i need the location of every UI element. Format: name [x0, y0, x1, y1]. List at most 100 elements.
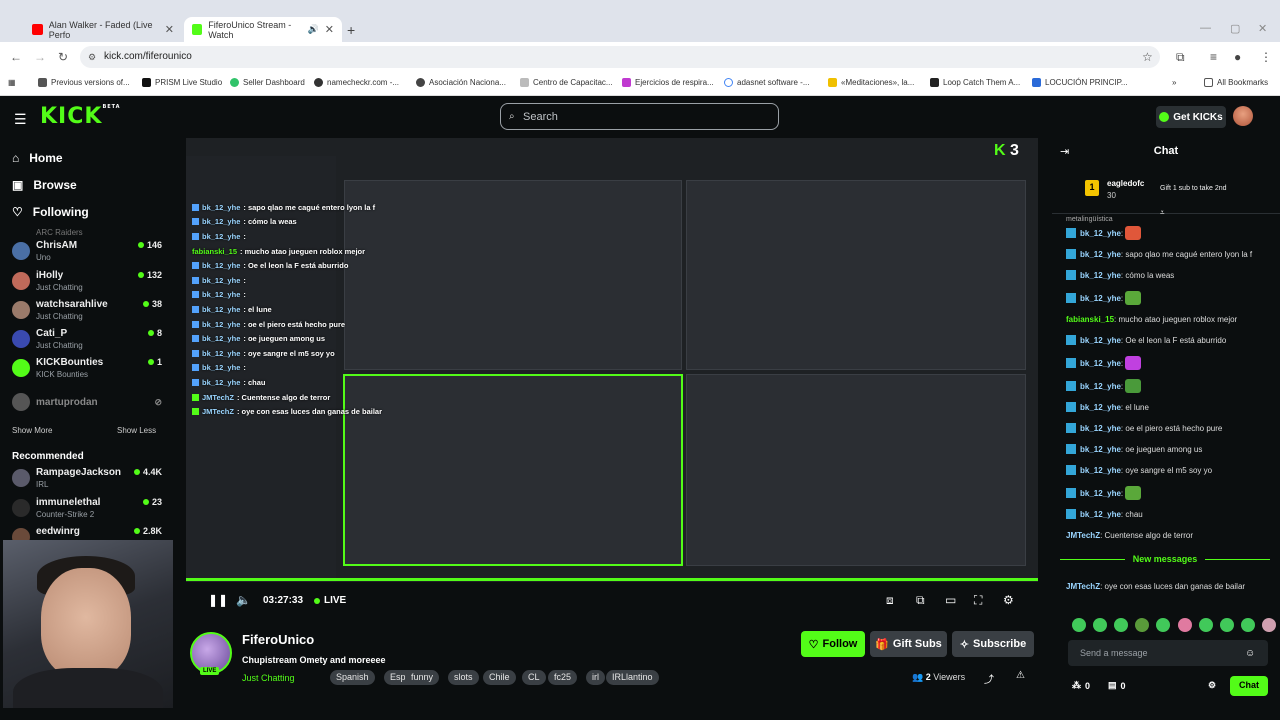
new-tab-button[interactable]: + — [347, 22, 355, 38]
emote-icon[interactable] — [1135, 618, 1150, 632]
sidebar-channel[interactable]: RampageJackson IRL 4.4K — [12, 465, 162, 493]
new-messages-divider[interactable]: New messages — [1060, 554, 1270, 570]
tag[interactable]: Chile — [483, 670, 516, 685]
badge-icon — [1066, 270, 1076, 280]
minimize-icon[interactable]: — — [1200, 22, 1211, 34]
profile-icon[interactable]: ● — [1234, 50, 1241, 64]
tab-youtube[interactable]: Alan Walker - Faded (Live Perfo ✕ — [24, 17, 182, 42]
emote-icon[interactable] — [1240, 618, 1255, 632]
emoji-picker-icon[interactable]: ☺ — [1245, 648, 1255, 659]
search-input[interactable]: Search — [500, 103, 779, 130]
video-player[interactable]: bk_12_yhe: sapo qlao me cagué entero lyo… — [186, 138, 1038, 582]
tag[interactable]: CL — [522, 670, 546, 685]
streamer-name[interactable]: FiferoUnico — [242, 632, 314, 647]
tag[interactable]: IRLlantino — [606, 670, 659, 685]
emote-icon[interactable] — [1198, 618, 1213, 632]
bookmark-item[interactable]: PRISM Live Studio — [142, 78, 222, 87]
emote-icon[interactable] — [1093, 618, 1108, 632]
more-bookmarks-icon[interactable]: » — [1172, 78, 1176, 87]
close-window-icon[interactable]: ✕ — [1258, 22, 1267, 35]
bookmark-item[interactable]: Centro de Capacitac... — [520, 78, 613, 87]
menu-dots-icon[interactable]: ⋮ — [1260, 50, 1272, 64]
sidebar-channel[interactable]: KICKBounties KICK Bounties 1 — [12, 355, 162, 383]
sidebar-channel[interactable]: Cati_P Just Chatting 8 — [12, 326, 162, 354]
gift-subs-button[interactable]: 🎁 Gift Subs — [870, 631, 947, 657]
extensions-icon[interactable]: ⧉ — [1176, 50, 1185, 65]
stream-category[interactable]: Just Chatting — [242, 673, 295, 683]
sidebar-item-home[interactable]: ⌂ Home — [12, 151, 63, 165]
gift-prompt[interactable]: Gift 1 sub to take 2nd — [1160, 185, 1227, 192]
bookmark-item[interactable]: «Meditaciones», la... — [828, 78, 914, 87]
bookmark-item[interactable]: Ejercicios de respira... — [622, 78, 714, 87]
bookmark-item[interactable]: Asociación Naciona... — [416, 78, 506, 87]
tab-kick[interactable]: FiferoUnico Stream - Watch 🔊 ✕ — [184, 17, 342, 42]
emote-icon[interactable] — [1177, 618, 1192, 632]
bookmark-item[interactable]: Seller Dashboard — [230, 78, 305, 87]
tag[interactable]: irl — [586, 670, 605, 685]
badge-icon — [1066, 488, 1076, 498]
emote-icon[interactable] — [1072, 618, 1086, 632]
bookmark-item[interactable]: Previous versions of... — [38, 78, 130, 87]
maximize-icon[interactable]: ▢ — [1230, 22, 1240, 35]
fullscreen-icon[interactable]: ⛶ — [974, 593, 982, 608]
kicks-balance[interactable]: ⁂ 0 — [1072, 680, 1090, 691]
close-tab-icon[interactable]: ✕ — [325, 23, 334, 36]
site-info-icon[interactable]: ⚙ — [88, 52, 96, 63]
reload-icon[interactable]: ↻ — [58, 50, 68, 64]
pause-icon[interactable]: ❚❚ — [208, 593, 228, 607]
apps-icon[interactable]: ▦ — [8, 78, 16, 87]
bookmark-item[interactable]: Loop Catch Them A... — [930, 78, 1020, 87]
media-icon[interactable]: ≡ — [1210, 50, 1217, 64]
bookmark-item[interactable]: LOCUCIÓN PRINCIP... — [1032, 78, 1128, 87]
sidebar-channel[interactable]: watchsarahlive Just Chatting 38 — [12, 297, 162, 325]
show-less-button[interactable]: Show Less — [117, 426, 156, 435]
emote-icon[interactable] — [1261, 618, 1276, 632]
kick-logo[interactable]: KICKBETA — [40, 104, 121, 129]
bookmark-star-icon[interactable]: ☆ — [1142, 50, 1153, 64]
sidebar-channel[interactable]: iHolly Just Chatting 132 — [12, 268, 162, 296]
bookmark-item[interactable]: namecheckr.com -... — [314, 78, 399, 87]
badge-icon — [1066, 381, 1076, 391]
forward-icon[interactable]: → — [34, 50, 46, 64]
all-bookmarks[interactable]: All Bookmarks — [1204, 78, 1268, 87]
tag[interactable]: funny — [405, 670, 440, 685]
address-bar[interactable]: kick.com/fiferounico — [80, 46, 1160, 68]
settings-icon[interactable]: ⚙ — [1003, 593, 1014, 607]
chat-input[interactable]: Send a message — [1068, 640, 1268, 666]
tag[interactable]: slots — [448, 670, 479, 685]
gifter-name[interactable]: eagledofc — [1107, 179, 1144, 188]
sidebar-channel[interactable]: immunelethal Counter-Strike 2 23 — [12, 495, 162, 523]
progress-bar[interactable] — [186, 578, 1038, 581]
sidebar-channel-offline[interactable]: martuprodan ⊘ — [12, 393, 162, 421]
report-icon[interactable]: ⚠ — [1016, 670, 1025, 681]
clip-icon[interactable]: ⧉ — [916, 593, 925, 608]
tag[interactable]: fc25 — [548, 670, 578, 685]
pip-icon[interactable]: ⧈ — [886, 593, 894, 608]
subscribe-button[interactable]: ✧ Subscribe — [952, 631, 1034, 657]
emote-icon[interactable] — [1114, 618, 1129, 632]
get-kicks-button[interactable]: Get KICKs — [1156, 106, 1226, 128]
back-icon[interactable]: ← — [10, 50, 22, 64]
speaker-icon[interactable]: 🔊 — [308, 24, 319, 35]
send-chat-button[interactable]: Chat — [1230, 676, 1268, 696]
sidebar-item-following[interactable]: ♡ Following — [12, 205, 89, 219]
theater-mode-icon[interactable]: ▭ — [945, 593, 956, 607]
avatar[interactable] — [1233, 106, 1253, 126]
emote-icon[interactable] — [1156, 618, 1171, 632]
sidebar-channel[interactable]: ChrisAM Uno 146 — [12, 238, 162, 266]
emote-icon[interactable] — [1219, 618, 1234, 632]
bookmark-item[interactable]: adasnet software -... — [724, 78, 809, 87]
show-more-button[interactable]: Show More — [12, 426, 52, 435]
tag[interactable]: Spanish — [330, 670, 375, 685]
follow-button[interactable]: ♡ Follow — [801, 631, 865, 657]
bookmark-icon — [520, 78, 529, 87]
chat-message: bk_12_yhe: — [1066, 379, 1272, 393]
gift-balance[interactable]: ▤ 0 — [1108, 680, 1126, 691]
volume-icon[interactable]: 🔈 — [236, 593, 251, 607]
menu-icon[interactable]: ☰ — [14, 111, 27, 128]
sidebar-item-browse[interactable]: ▣ Browse — [12, 178, 77, 192]
bookmark-icon — [416, 78, 425, 87]
close-tab-icon[interactable]: ✕ — [165, 23, 174, 36]
chat-settings-icon[interactable]: ⚙ — [1208, 680, 1216, 691]
share-icon[interactable]: ⤴ — [984, 671, 994, 686]
